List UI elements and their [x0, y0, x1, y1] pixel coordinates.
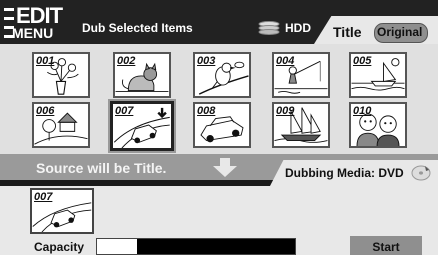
title-number: 003 [197, 55, 216, 67]
title-number: 005 [353, 55, 372, 67]
title-thumb-002[interactable]: 002 [113, 52, 171, 98]
title-thumb-006[interactable]: 006 [32, 102, 90, 148]
title-thumb-010[interactable]: 010 [349, 102, 407, 148]
selected-source-thumb: 007 [30, 188, 94, 234]
original-mode-label: Original [377, 25, 423, 39]
title-number: 008 [197, 105, 216, 117]
title-number: 007 [115, 105, 134, 117]
down-arrow-icon [213, 158, 237, 177]
title-number: 002 [117, 55, 136, 67]
title-number: 001 [36, 55, 55, 67]
title-thumb-003[interactable]: 003 [193, 52, 251, 98]
title-thumbnail-grid: 001 002 003 004 005 006 007 008 009 010 [0, 44, 438, 154]
title-number: 004 [276, 55, 295, 67]
title-thumb-004[interactable]: 004 [272, 52, 330, 98]
capacity-used-fill [97, 239, 137, 254]
title-number: 009 [276, 105, 295, 117]
source-status-text: Source will be Title. [36, 160, 167, 176]
title-thumb-007[interactable]: 007 [110, 101, 174, 151]
hdd-icon [258, 21, 280, 35]
capacity-label: Capacity [34, 240, 85, 254]
title-number: 010 [353, 105, 372, 117]
title-thumb-001[interactable]: 001 [32, 52, 90, 98]
edit-menu-logo: EDIT MENU [2, 2, 78, 42]
selected-title-number: 007 [34, 191, 53, 203]
source-hdd-label: HDD [285, 21, 311, 35]
title-thumb-008[interactable]: 008 [193, 102, 251, 148]
screen-subtitle: Dub Selected Items [82, 21, 193, 35]
title-number: 006 [36, 105, 55, 117]
start-button-label: Start [372, 240, 400, 254]
edit-label: EDIT [16, 3, 63, 28]
dubbing-media-label: Dubbing Media: DVD [285, 166, 404, 180]
tab-title-label: Title [333, 24, 362, 40]
dvd-disc-icon [411, 165, 431, 181]
capacity-meter [96, 238, 296, 255]
menu-label: MENU [12, 25, 54, 41]
title-thumb-009[interactable]: 009 [272, 102, 330, 148]
title-thumb-005[interactable]: 005 [349, 52, 407, 98]
